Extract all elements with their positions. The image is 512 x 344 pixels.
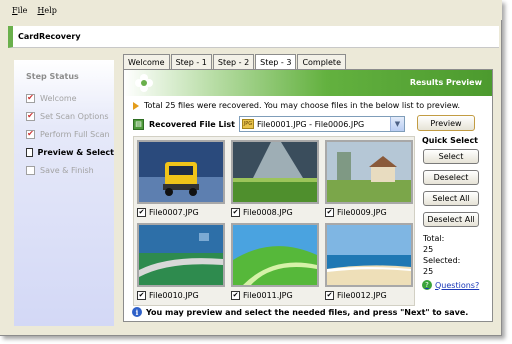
thumbnail-caption: ✔ File0008.JPG [231, 206, 319, 218]
thumbnail-caption: ✔ File0010.JPG [137, 289, 225, 301]
file-name: File0007.JPG [149, 207, 199, 217]
thumbnail-item[interactable]: ✔ File0009.JPG [325, 140, 413, 218]
step-label: Welcome [40, 93, 77, 103]
file-list-row: ▤ Recovered File List JPG File0001.JPG -… [133, 116, 405, 132]
unchecked-box-icon [26, 147, 33, 157]
checked-icon: ✔ [26, 129, 35, 139]
thumbnail-grid: ✔ File0007.JPG ✔ File0008.JPG ✔ File0009… [133, 136, 415, 306]
selected-value: 25 [423, 267, 434, 276]
questions-link[interactable]: ? Questions? [422, 280, 482, 290]
file-range-value: File0001.JPG - File0006.JPG [256, 119, 365, 129]
step-welcome: ✔ Welcome [26, 89, 114, 107]
file-name: File0011.JPG [243, 290, 293, 300]
thumbnail-caption: ✔ File0009.JPG [325, 206, 413, 218]
thumbnail-checkbox[interactable]: ✔ [137, 207, 146, 217]
menu-help[interactable]: Help [37, 6, 56, 15]
app-title: CardRecovery [8, 26, 499, 48]
thumbnail-item[interactable]: ✔ File0012.JPG [325, 223, 413, 301]
step-perform-full-scan: ✔ Perform Full Scan [26, 125, 114, 143]
info-line: Total 25 files were recovered. You may c… [133, 101, 460, 110]
select-all-button[interactable]: Select All [423, 191, 479, 206]
photo-thumbnail-beach[interactable] [325, 223, 413, 287]
deselect-button[interactable]: Deselect [423, 170, 479, 185]
file-name: File0010.JPG [149, 290, 199, 300]
photo-thumbnail-green-wave[interactable] [231, 223, 319, 287]
step-status-sidebar: Step Status ✔ Welcome ✔ Set Scan Options… [14, 60, 114, 326]
photo-thumbnail-truck[interactable] [137, 140, 225, 204]
arrow-right-icon [133, 101, 139, 110]
question-icon: ? [422, 280, 432, 290]
results-header: Results Preview [124, 70, 492, 96]
thumbnail-checkbox[interactable]: ✔ [137, 290, 146, 300]
tab-complete[interactable]: Complete [297, 54, 346, 69]
tab-step-1[interactable]: Step - 1 [170, 54, 212, 69]
file-name: File0012.JPG [337, 290, 387, 300]
thumbnail-checkbox[interactable]: ✔ [231, 207, 240, 217]
photo-thumbnail-house[interactable] [325, 140, 413, 204]
wizard-tabs: Welcome Step - 1 Step - 2 Step - 3 Compl… [123, 54, 347, 70]
selected-label: Selected: [423, 256, 461, 265]
total-value: 25 [423, 245, 434, 254]
app-window: File Help CardRecovery Step Status ✔ Wel… [0, 0, 502, 336]
step-label: Preview & Select [37, 147, 114, 157]
clover-logo-icon [135, 74, 153, 92]
thumbnail-checkbox[interactable]: ✔ [325, 207, 334, 217]
footer-text: You may preview and select the needed fi… [146, 307, 469, 317]
chevron-down-icon[interactable]: ▼ [389, 117, 404, 131]
thumbnail-item[interactable]: ✔ File0007.JPG [137, 140, 225, 218]
file-name: File0008.JPG [243, 207, 293, 217]
photo-thumbnail-sunbeam-field[interactable] [231, 140, 319, 204]
total-label: Total: [423, 234, 445, 243]
menu-bar: File Help [0, 0, 502, 20]
thumbnail-checkbox[interactable]: ✔ [231, 290, 240, 300]
results-preview-title: Results Preview [409, 78, 482, 87]
file-name: File0009.JPG [337, 207, 387, 217]
tab-welcome[interactable]: Welcome [123, 54, 170, 69]
menu-file[interactable]: File [12, 6, 27, 15]
deselect-all-button[interactable]: Deselect All [423, 212, 479, 227]
checked-icon: ✔ [26, 111, 35, 121]
step-label: Save & Finish [40, 165, 94, 175]
questions-link-text[interactable]: Questions? [435, 281, 479, 290]
step-set-scan-options: ✔ Set Scan Options [26, 107, 114, 125]
unchecked-box-icon [26, 165, 35, 175]
step-save-finish: Save & Finish [26, 161, 114, 179]
step-preview-select: Preview & Select [26, 143, 114, 161]
checked-icon: ✔ [26, 93, 35, 103]
footer-hint: i You may preview and select the needed … [132, 307, 468, 317]
recovered-file-list-label: Recovered File List [149, 119, 235, 129]
step-label: Perform Full Scan [40, 129, 110, 139]
preview-button[interactable]: Preview [417, 115, 475, 131]
tab-step-3[interactable]: Step - 3 [255, 54, 297, 70]
thumbnail-item[interactable]: ✔ File0010.JPG [137, 223, 225, 301]
thumbnail-caption: ✔ File0007.JPG [137, 206, 225, 218]
photo-thumbnail-coast-road[interactable] [137, 223, 225, 287]
file-range-select[interactable]: JPG File0001.JPG - File0006.JPG ▼ [238, 116, 405, 132]
step-label: Set Scan Options [40, 111, 109, 121]
select-button[interactable]: Select [423, 149, 479, 164]
thumbnail-checkbox[interactable]: ✔ [325, 290, 334, 300]
info-text: Total 25 files were recovered. You may c… [144, 101, 461, 110]
step-status-heading: Step Status [26, 72, 79, 81]
results-panel: Results Preview Total 25 files were reco… [123, 69, 493, 322]
info-icon: i [132, 307, 142, 317]
quick-select-panel: Quick Select Select Deselect Select All … [420, 136, 482, 306]
thumbnail-caption: ✔ File0012.JPG [325, 289, 413, 301]
quick-select-title: Quick Select [422, 136, 479, 145]
thumbnail-item[interactable]: ✔ File0011.JPG [231, 223, 319, 301]
jpg-file-icon: JPG [241, 119, 254, 129]
thumbnail-caption: ✔ File0011.JPG [231, 289, 319, 301]
thumbnail-item[interactable]: ✔ File0008.JPG [231, 140, 319, 218]
file-list-icon: ▤ [133, 118, 144, 130]
tab-step-2[interactable]: Step - 2 [212, 54, 255, 69]
